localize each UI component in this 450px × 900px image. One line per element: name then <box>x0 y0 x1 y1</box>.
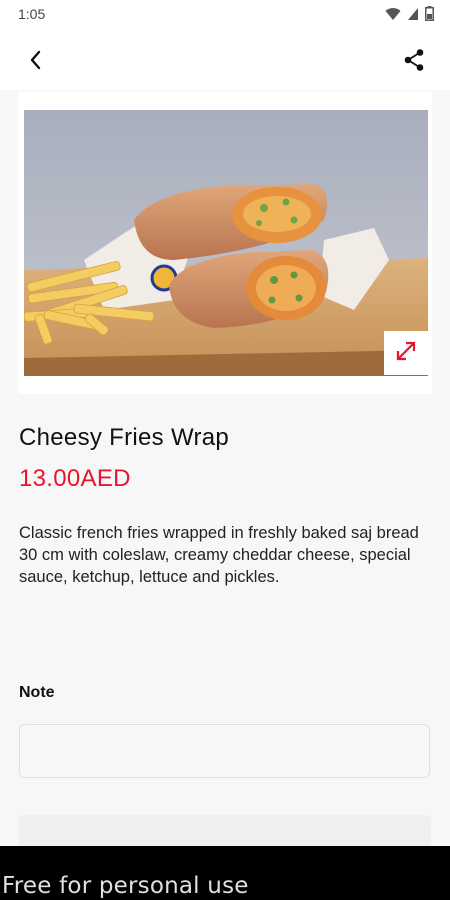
share-button[interactable] <box>398 46 430 78</box>
back-button[interactable] <box>20 46 52 78</box>
status-bar: 1:05 <box>0 0 450 30</box>
product-price: 13.00AED <box>19 465 131 492</box>
product-description: Classic french fries wrapped in freshly … <box>19 524 419 586</box>
status-time: 1:05 <box>18 6 46 22</box>
share-icon <box>403 48 425 77</box>
product-image[interactable] <box>24 110 428 376</box>
product-image-card <box>18 92 432 394</box>
note-input[interactable] <box>19 724 430 778</box>
product-name: Cheesy Fries Wrap <box>19 424 230 451</box>
chevron-left-icon <box>29 50 43 75</box>
product-detail-screen: 1:05 Cheesy Fries Wrap 13.00AED Classic … <box>0 0 450 900</box>
status-icons <box>385 6 434 26</box>
note-label: Note <box>19 684 55 701</box>
expand-image-button[interactable] <box>384 331 428 375</box>
battery-icon <box>425 6 434 26</box>
app-bar <box>0 30 450 90</box>
signal-icon <box>407 7 419 26</box>
expand-icon <box>394 339 418 368</box>
watermark-bar: Free for personal use <box>0 846 450 900</box>
watermark-text: Free for personal use <box>2 873 249 899</box>
wifi-icon <box>385 7 401 26</box>
